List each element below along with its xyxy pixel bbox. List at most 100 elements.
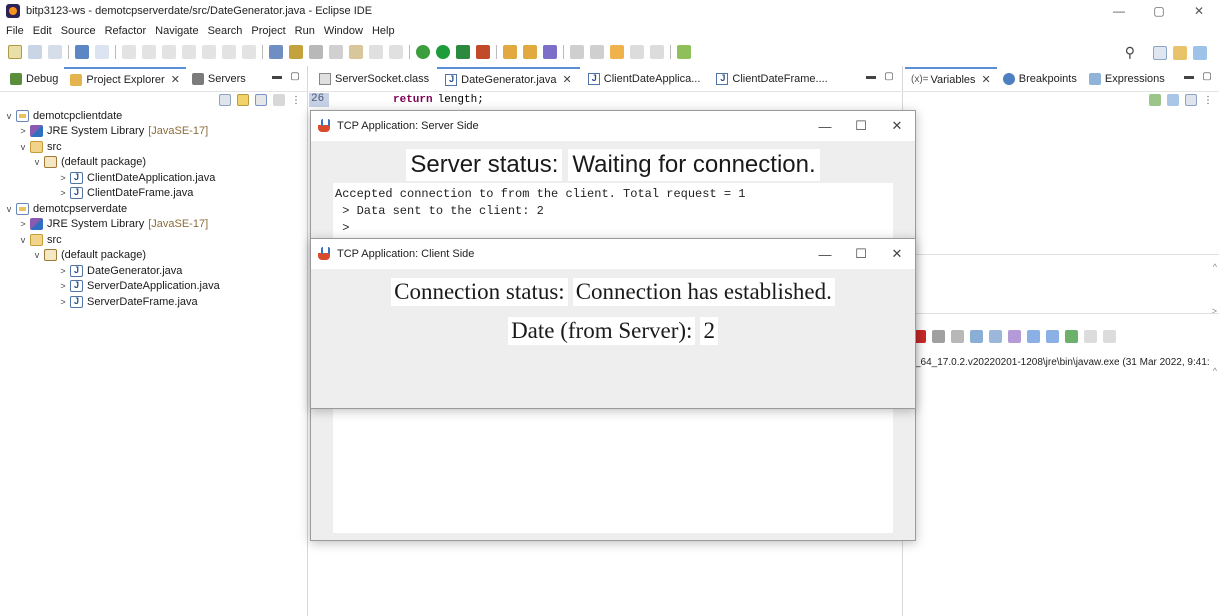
maximize-view-icon[interactable]: ▢ (289, 71, 301, 83)
step-into-icon[interactable] (202, 45, 216, 59)
close-button[interactable]: ✕ (879, 239, 915, 269)
tree-item-default-package[interactable]: v (default package) (4, 248, 307, 264)
display-console-icon[interactable] (1046, 330, 1059, 343)
external-tools-icon[interactable] (476, 45, 490, 59)
menu-project[interactable]: Project (251, 25, 285, 37)
expand-chevron-icon[interactable]: > (18, 219, 28, 229)
menu-edit[interactable]: Edit (33, 25, 52, 37)
menu-navigate[interactable]: Navigate (155, 25, 198, 37)
open-type-icon[interactable] (309, 45, 323, 59)
show-type-names-icon[interactable] (1149, 94, 1161, 106)
tree-item-src[interactable]: v src (4, 232, 307, 248)
minimize-view-icon[interactable]: ▬ (271, 71, 283, 83)
collapse-all-icon[interactable] (1185, 94, 1197, 106)
debug-run-icon[interactable] (416, 45, 430, 59)
menu-file[interactable]: File (6, 25, 24, 37)
close-tab-icon[interactable]: ✕ (563, 73, 572, 86)
expand-chevron-icon[interactable]: v (18, 235, 28, 245)
step-over-icon[interactable] (222, 45, 236, 59)
tab-debug[interactable]: Debug (4, 67, 64, 91)
expand-chevron-icon[interactable]: v (4, 111, 14, 121)
menu-run[interactable]: Run (295, 25, 315, 37)
run-icon[interactable] (436, 45, 450, 59)
variable-details-pane[interactable] (903, 254, 1219, 314)
resume-icon[interactable] (122, 45, 136, 59)
open-console-icon[interactable] (1065, 330, 1078, 343)
client-window-titlebar[interactable]: TCP Application: Client Side — ☐ ✕ (311, 239, 915, 269)
code-line[interactable]: 26 return length; (309, 93, 901, 107)
toggle-mark-icon[interactable] (329, 45, 343, 59)
tree-item-demotcpclientdate[interactable]: v demotcpclientdate (4, 108, 307, 124)
menu-source[interactable]: Source (61, 25, 96, 37)
expand-chevron-icon[interactable]: > (58, 266, 68, 276)
previous-annotation-icon[interactable] (590, 45, 604, 59)
coverage-icon[interactable] (456, 45, 470, 59)
minimize-view-icon[interactable]: ▬ (1183, 71, 1195, 83)
expand-chevron-icon[interactable]: > (18, 126, 28, 136)
maximize-view-icon[interactable]: ▢ (1201, 71, 1213, 83)
tab-expressions[interactable]: Expressions (1083, 67, 1171, 91)
tree-item-default-package[interactable]: v (default package) (4, 155, 307, 171)
next-annotation-icon[interactable] (570, 45, 584, 59)
search-icon[interactable]: ⚲ (1125, 44, 1135, 61)
last-edit-icon[interactable] (610, 45, 624, 59)
maximize-view-icon[interactable]: ▢ (883, 71, 895, 83)
debug-perspective-icon[interactable] (1193, 45, 1207, 60)
new-icon[interactable] (8, 45, 22, 59)
tab-servers[interactable]: Servers (186, 67, 252, 91)
expand-chevron-icon[interactable]: > (58, 188, 68, 198)
server-window-titlebar[interactable]: TCP Application: Server Side — ☐ ✕ (311, 111, 915, 141)
tree-item-src[interactable]: v src (4, 139, 307, 155)
menu-window[interactable]: Window (324, 25, 363, 37)
tab-clientdateapplication[interactable]: ClientDateApplica... (580, 67, 709, 91)
back-icon[interactable] (630, 45, 644, 59)
suspend-icon[interactable] (142, 45, 156, 59)
focus-icon[interactable] (273, 94, 285, 106)
remove-all-icon[interactable] (951, 330, 964, 343)
view-menu-icon[interactable]: ⋮ (1203, 95, 1213, 106)
disconnect-icon[interactable] (182, 45, 196, 59)
tree-item-clientdateapplication[interactable]: > ClientDateApplication.java (4, 170, 307, 186)
expand-chevron-icon[interactable]: v (4, 204, 14, 214)
menu-search[interactable]: Search (208, 25, 243, 37)
tab-breakpoints[interactable]: Breakpoints (997, 67, 1083, 91)
close-button[interactable]: ✕ (1179, 0, 1219, 22)
tree-item-dategenerator[interactable]: > DateGenerator.java (4, 263, 307, 279)
console-scroll-up-icon[interactable]: ^ (1213, 366, 1217, 376)
filter-icon[interactable] (255, 94, 267, 106)
show-console-icon[interactable] (1008, 330, 1021, 343)
close-button[interactable]: ✕ (879, 111, 915, 141)
open-perspective-icon[interactable] (1153, 45, 1167, 60)
tab-serversocket-class[interactable]: ServerSocket.class (311, 67, 437, 91)
paragraph-icon[interactable] (389, 45, 403, 59)
tree-item-serverdateapplication[interactable]: > ServerDateApplication.java (4, 279, 307, 295)
open-task-icon[interactable] (543, 45, 557, 59)
minimize-view-icon[interactable]: ▬ (865, 71, 877, 83)
menu-refactor[interactable]: Refactor (105, 25, 147, 37)
tree-item-demotcpserverdate[interactable]: v demotcpserverdate (4, 201, 307, 217)
terminate-icon[interactable] (162, 45, 176, 59)
maximize-button[interactable]: ▢ (1139, 0, 1179, 22)
minimize-button[interactable]: — (807, 239, 843, 269)
tab-clientdateframe[interactable]: ClientDateFrame.... (708, 67, 835, 91)
expand-chevron-icon[interactable]: > (58, 297, 68, 307)
tree-item-serverdateframe[interactable]: > ServerDateFrame.java (4, 294, 307, 310)
expand-chevron-icon[interactable]: > (58, 173, 68, 183)
word-wrap-icon[interactable] (989, 330, 1002, 343)
expand-chevron-icon[interactable]: v (32, 250, 42, 260)
use-step-filters-icon[interactable] (289, 45, 303, 59)
close-tab-icon[interactable]: ✕ (982, 73, 991, 86)
collapse-all-icon[interactable] (219, 94, 231, 106)
expand-chevron-icon[interactable]: v (32, 157, 42, 167)
forward-icon[interactable] (650, 45, 664, 59)
expand-chevron-icon[interactable]: > (58, 281, 68, 291)
scroll-right-icon[interactable]: > (1212, 306, 1217, 316)
console-minimize-icon[interactable] (1084, 330, 1097, 343)
expand-chevron-icon[interactable]: v (18, 142, 28, 152)
new-java-project-icon[interactable] (503, 45, 517, 59)
maximize-button[interactable]: ☐ (843, 111, 879, 141)
drop-to-frame-icon[interactable] (269, 45, 283, 59)
maximize-button[interactable]: ☐ (843, 239, 879, 269)
tab-variables[interactable]: (x)= Variables ✕ (905, 66, 997, 91)
view-menu-icon[interactable]: ⋮ (291, 95, 301, 106)
